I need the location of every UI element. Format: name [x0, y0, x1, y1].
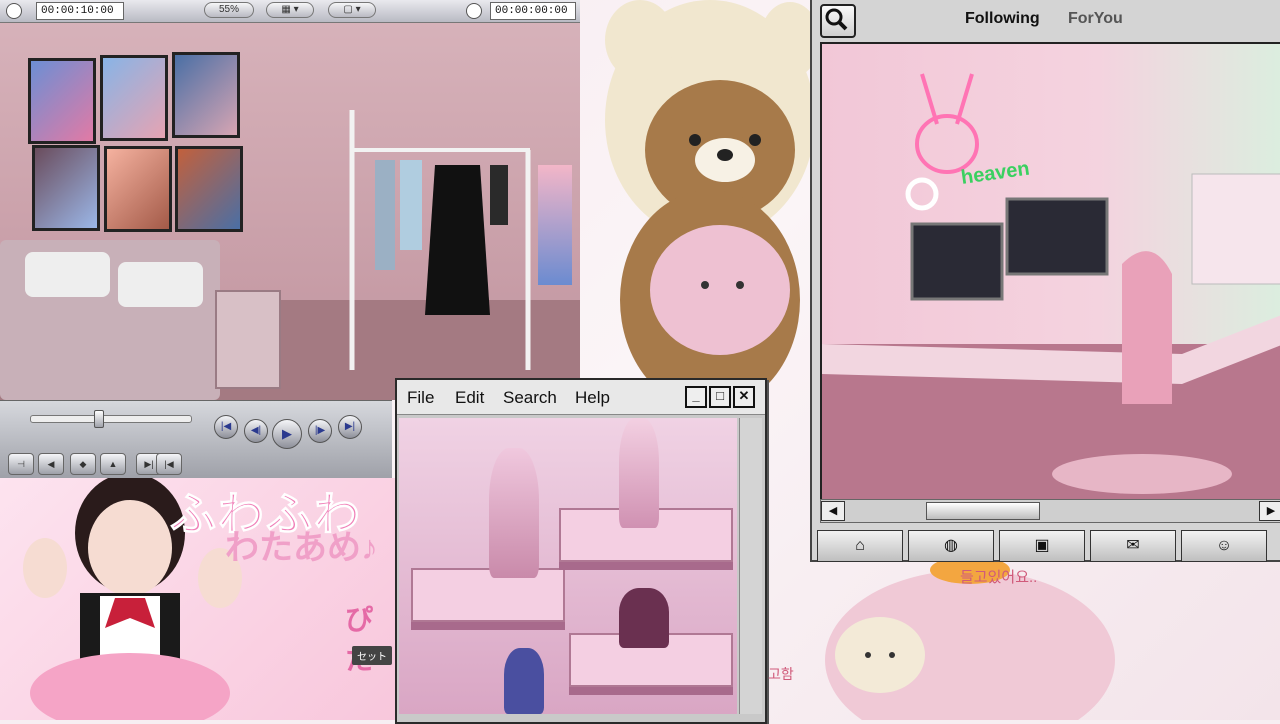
mail-icon: ✉	[1126, 537, 1140, 554]
clothing-rack	[349, 110, 531, 370]
wall-poster	[172, 52, 240, 138]
caption-korean-right: 들고있어요..	[960, 569, 1038, 586]
play-button[interactable]: ▶	[272, 419, 302, 449]
menu-edit[interactable]: Edit	[455, 388, 484, 408]
bedroom-scene	[0, 0, 580, 400]
player-title-bar: 00:00:10:00 55% ▦ ▾ ▢ ▾ 00:00:00:00	[0, 0, 580, 23]
step-back-button[interactable]: ◀|	[244, 419, 268, 443]
clock-icon	[6, 3, 22, 19]
mark-out-button[interactable]: ▲	[100, 453, 126, 475]
promo-title-line3: ぴた	[345, 604, 374, 675]
wall-poster	[104, 146, 172, 232]
wall-poster	[175, 146, 243, 232]
retro-window: File Edit Search Help _ □ ✕	[395, 378, 767, 724]
view-options-dropdown[interactable]: ▦ ▾	[266, 2, 314, 18]
promo-title-line2: わたあめ♪	[225, 529, 378, 567]
globe-nav-button[interactable]: ◍	[908, 530, 994, 562]
cow-print-pillow	[25, 252, 110, 297]
clock-icon	[466, 3, 482, 19]
wall-poster	[28, 58, 96, 144]
teddy-bear-plush	[605, 0, 820, 410]
cow-print-pillow	[118, 262, 203, 307]
nightstand	[215, 290, 281, 389]
search-button[interactable]	[820, 4, 856, 38]
camera-icon: ▣	[1034, 537, 1050, 554]
tab-following[interactable]: Following	[965, 10, 1040, 28]
wall-poster	[32, 145, 100, 231]
scroll-thumb[interactable]	[926, 502, 1040, 520]
minimize-button[interactable]: _	[685, 386, 707, 408]
promo-tag: セット	[352, 646, 392, 665]
zoom-dropdown[interactable]: 55%	[204, 2, 254, 18]
anime-figure	[504, 648, 544, 714]
scroll-left-arrow[interactable]: ◀	[821, 501, 845, 521]
profile-nav-button[interactable]: ☺	[1181, 530, 1267, 562]
tab-for-you[interactable]: ForYou	[1068, 10, 1123, 28]
shuttle-slider-track[interactable]	[30, 415, 192, 423]
menu-file[interactable]: File	[407, 388, 434, 408]
menu-bar: File Edit Search Help _ □ ✕	[397, 380, 765, 415]
caption-korean-left: 고함	[768, 666, 794, 682]
trim-button[interactable]: |◀	[156, 453, 182, 475]
social-window: Following ForYou heaven ◀ ▶ ⌂ ◍ ▣ ✉ ☺	[810, 0, 1280, 562]
mark-in-button[interactable]: ◀	[38, 453, 64, 475]
anime-figure	[619, 588, 669, 648]
wall-poster	[100, 55, 168, 141]
gaming-room-scene: heaven	[822, 44, 1280, 499]
wall-sticker	[538, 165, 572, 285]
mail-nav-button[interactable]: ✉	[1090, 530, 1176, 562]
camera-nav-button[interactable]: ▣	[999, 530, 1085, 562]
anime-figure	[619, 418, 659, 528]
home-icon: ⌂	[855, 537, 865, 554]
scroll-right-arrow[interactable]: ▶	[1259, 501, 1280, 521]
maid-promo-panel: ふわふわ わたあめ♪ ぴた セット	[0, 478, 395, 720]
menu-search[interactable]: Search	[503, 388, 557, 408]
mark-clip-button[interactable]: ⊣	[8, 453, 34, 475]
go-to-start-button[interactable]: |◀	[214, 415, 238, 439]
timecode-right: 00:00:00:00	[490, 2, 576, 20]
horizontal-scrollbar[interactable]: ◀ ▶	[820, 499, 1280, 523]
shuttle-slider-knob[interactable]	[94, 410, 104, 428]
vertical-scrollbar[interactable]	[739, 418, 762, 714]
add-marker-button[interactable]: ◆	[70, 453, 96, 475]
home-nav-button[interactable]: ⌂	[817, 530, 903, 562]
transport-controls: |◀ ◀| ▶ |▶ ▶| ⊣ ◀ ◆ ▲ ▶| |◀	[0, 400, 392, 479]
timecode-left: 00:00:10:00	[36, 2, 124, 20]
display-shelf	[411, 568, 565, 622]
close-button[interactable]: ✕	[733, 386, 755, 408]
menu-help[interactable]: Help	[575, 388, 610, 408]
search-icon	[825, 8, 848, 31]
step-forward-button[interactable]: |▶	[308, 419, 332, 443]
maximize-button[interactable]: □	[709, 386, 731, 408]
gaming-room-view: heaven	[820, 42, 1280, 501]
anime-figure	[489, 448, 539, 578]
profile-icon: ☺	[1215, 537, 1233, 554]
go-to-end-button[interactable]: ▶|	[338, 415, 362, 439]
overlay-options-dropdown[interactable]: ▢ ▾	[328, 2, 376, 18]
globe-icon: ◍	[944, 537, 958, 554]
figure-display	[399, 418, 737, 714]
